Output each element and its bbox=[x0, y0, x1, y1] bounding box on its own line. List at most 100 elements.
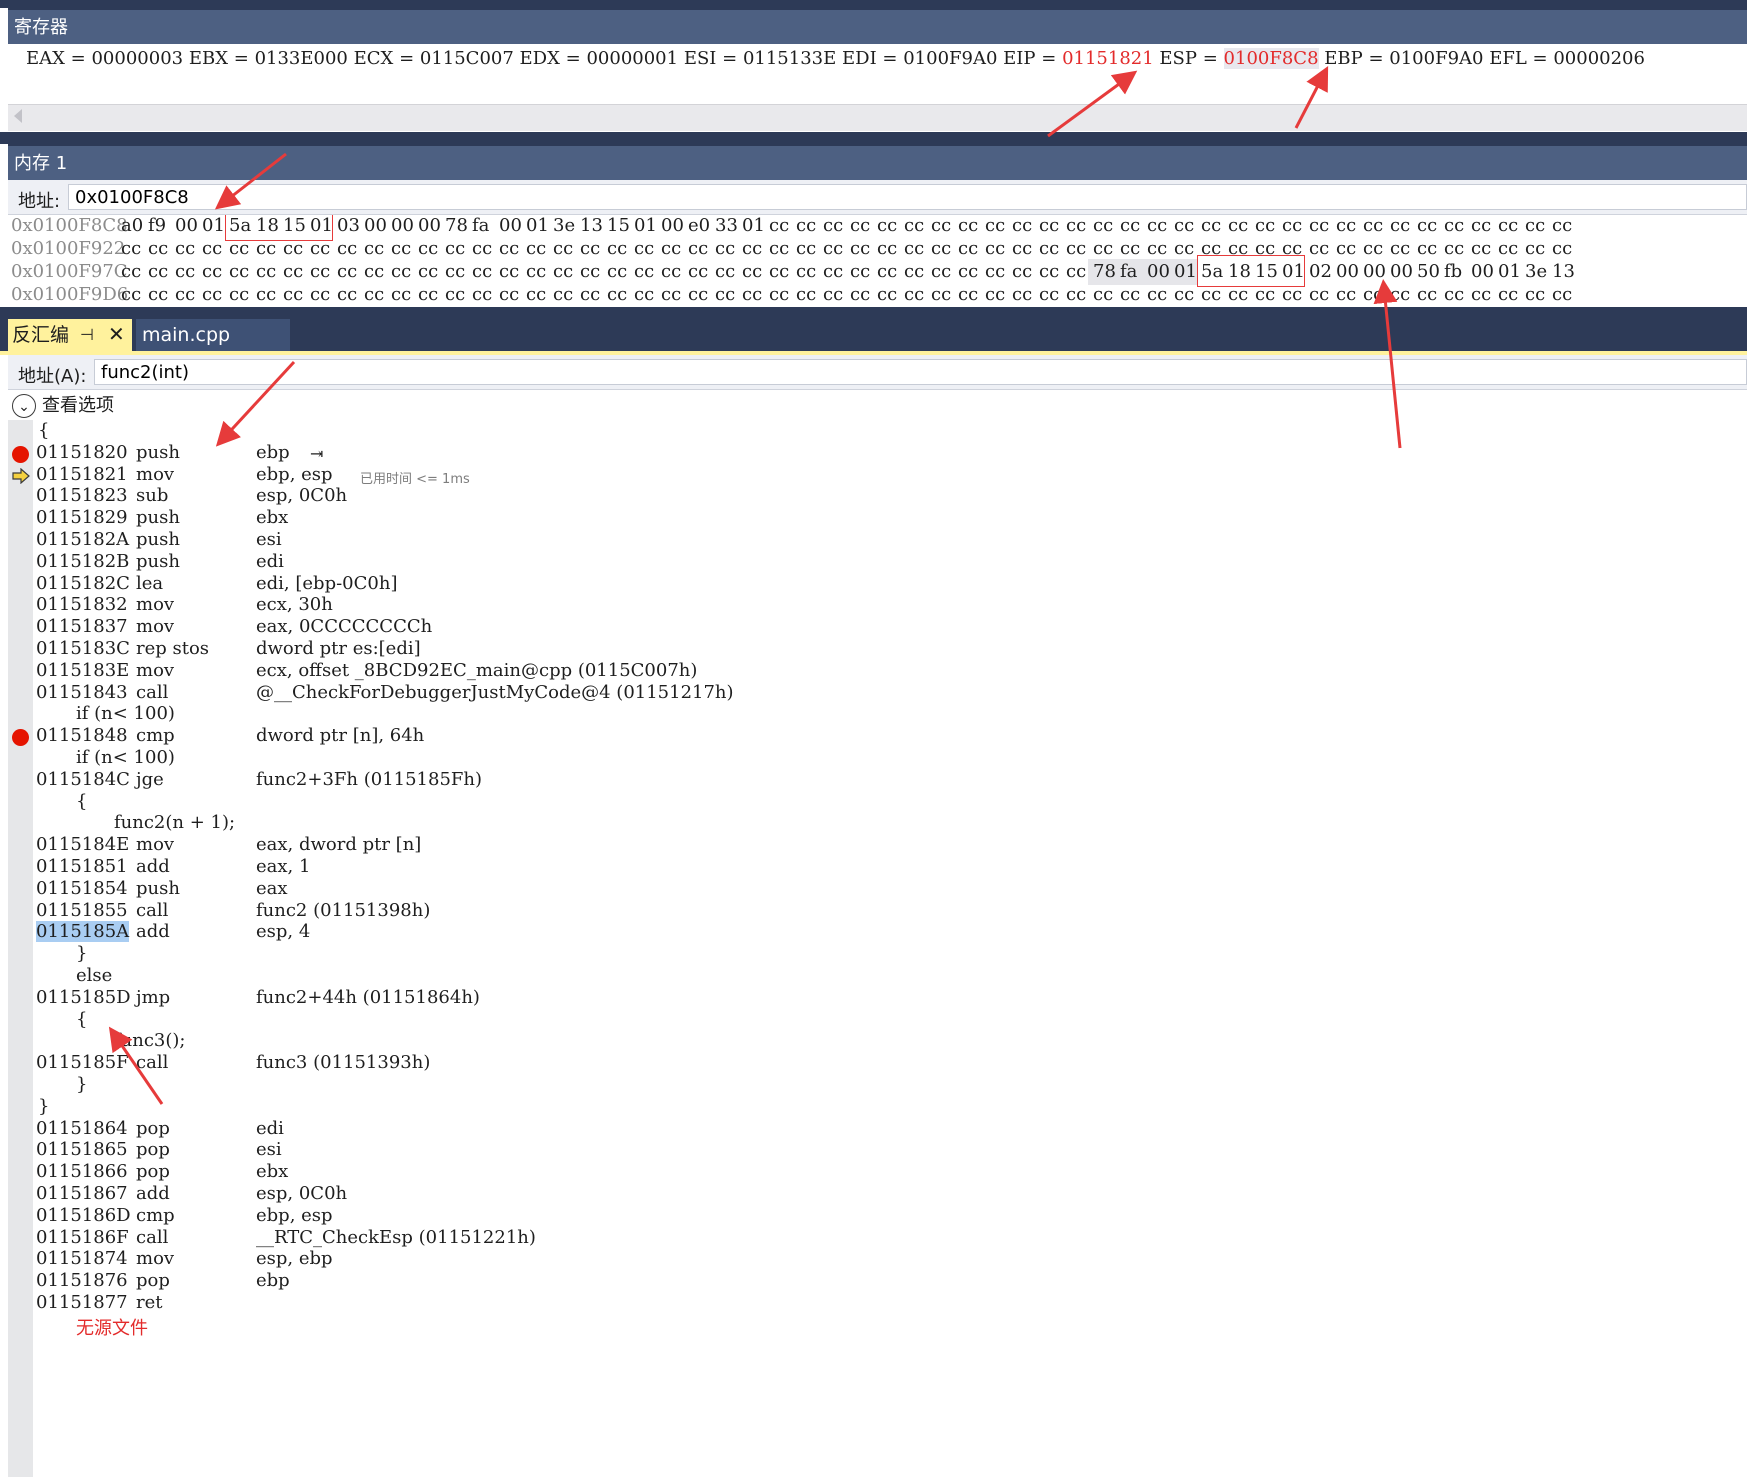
panel-splitter[interactable] bbox=[0, 307, 1747, 319]
view-options-toggle[interactable]: ⌄ 查看选项 bbox=[12, 392, 114, 420]
memory-byte[interactable]: cc bbox=[283, 261, 303, 282]
memory-byte[interactable]: cc bbox=[1552, 215, 1572, 236]
memory-byte[interactable]: cc bbox=[1390, 284, 1410, 305]
memory-byte[interactable]: cc bbox=[1336, 238, 1356, 259]
memory-byte[interactable]: cc bbox=[337, 284, 357, 305]
memory-byte[interactable]: cc bbox=[1012, 215, 1032, 236]
memory-byte[interactable]: 3e bbox=[553, 215, 575, 236]
memory-byte[interactable]: 13 bbox=[580, 215, 603, 236]
memory-byte[interactable]: 00 bbox=[364, 215, 387, 236]
memory-byte[interactable]: cc bbox=[904, 215, 924, 236]
memory-byte[interactable]: cc bbox=[1120, 215, 1140, 236]
memory-byte[interactable]: cc bbox=[391, 261, 411, 282]
memory-byte[interactable]: cc bbox=[715, 238, 735, 259]
memory-byte[interactable]: fb bbox=[1444, 261, 1462, 282]
memory-byte[interactable]: cc bbox=[418, 238, 438, 259]
memory-byte[interactable]: 01 bbox=[634, 215, 657, 236]
memory-byte[interactable]: cc bbox=[1282, 215, 1302, 236]
memory-byte[interactable]: cc bbox=[256, 284, 276, 305]
breakpoint-icon[interactable] bbox=[12, 445, 29, 463]
memory-byte[interactable]: cc bbox=[850, 284, 870, 305]
memory-byte[interactable]: cc bbox=[310, 284, 330, 305]
memory-byte[interactable]: cc bbox=[634, 284, 654, 305]
memory-byte[interactable]: cc bbox=[904, 238, 924, 259]
memory-byte[interactable]: cc bbox=[580, 284, 600, 305]
memory-byte[interactable]: cc bbox=[877, 215, 897, 236]
memory-byte[interactable]: cc bbox=[1147, 215, 1167, 236]
memory-byte[interactable]: cc bbox=[121, 238, 141, 259]
register-value-edx[interactable]: 00000001 bbox=[586, 48, 678, 69]
register-value-ebx[interactable]: 0133E000 bbox=[255, 48, 348, 69]
memory-byte[interactable]: cc bbox=[1120, 284, 1140, 305]
memory-byte[interactable]: cc bbox=[1093, 284, 1113, 305]
memory-byte[interactable]: cc bbox=[985, 284, 1005, 305]
memory-byte[interactable]: 00 bbox=[1363, 261, 1386, 282]
memory-byte[interactable]: cc bbox=[1228, 215, 1248, 236]
memory-byte[interactable]: cc bbox=[1552, 284, 1572, 305]
step-into-icon[interactable]: ⇥ bbox=[310, 444, 323, 463]
memory-byte[interactable]: cc bbox=[283, 238, 303, 259]
memory-byte[interactable]: cc bbox=[823, 284, 843, 305]
memory-byte[interactable]: cc bbox=[1093, 238, 1113, 259]
memory-byte[interactable]: cc bbox=[1228, 284, 1248, 305]
memory-byte[interactable]: 00 bbox=[418, 215, 441, 236]
memory-byte[interactable]: 13 bbox=[1552, 261, 1575, 282]
memory-byte[interactable]: cc bbox=[1174, 284, 1194, 305]
memory-byte[interactable]: cc bbox=[661, 284, 681, 305]
memory-byte[interactable]: cc bbox=[1201, 284, 1221, 305]
memory-byte[interactable]: cc bbox=[391, 284, 411, 305]
memory-byte[interactable]: cc bbox=[526, 261, 546, 282]
memory-byte[interactable]: cc bbox=[1498, 215, 1518, 236]
memory-byte[interactable]: cc bbox=[985, 215, 1005, 236]
memory-byte[interactable]: cc bbox=[553, 238, 573, 259]
memory-byte[interactable]: cc bbox=[931, 261, 951, 282]
memory-byte[interactable]: cc bbox=[1093, 215, 1113, 236]
memory-byte[interactable]: cc bbox=[1363, 215, 1383, 236]
memory-byte[interactable]: cc bbox=[1066, 215, 1086, 236]
memory-byte[interactable]: cc bbox=[1255, 284, 1275, 305]
memory-byte[interactable]: e0 bbox=[688, 215, 710, 236]
memory-byte[interactable]: cc bbox=[1066, 238, 1086, 259]
memory-byte[interactable]: cc bbox=[256, 261, 276, 282]
registers-horizontal-scrollbar[interactable] bbox=[8, 104, 1747, 131]
memory-byte[interactable]: cc bbox=[823, 261, 843, 282]
memory-byte[interactable]: cc bbox=[1471, 215, 1491, 236]
memory-byte[interactable]: cc bbox=[337, 261, 357, 282]
memory-byte[interactable]: cc bbox=[985, 238, 1005, 259]
memory-byte[interactable]: cc bbox=[1012, 284, 1032, 305]
memory-byte[interactable]: 00 bbox=[1471, 261, 1494, 282]
memory-byte[interactable]: cc bbox=[148, 284, 168, 305]
memory-byte[interactable]: cc bbox=[688, 238, 708, 259]
memory-byte[interactable]: 00 bbox=[499, 215, 522, 236]
memory-byte[interactable]: cc bbox=[202, 238, 222, 259]
breakpoint-icon[interactable] bbox=[12, 729, 29, 747]
memory-byte[interactable]: cc bbox=[1390, 215, 1410, 236]
memory-byte[interactable]: cc bbox=[769, 284, 789, 305]
memory-byte[interactable]: 00 bbox=[1147, 261, 1170, 282]
memory-byte[interactable]: cc bbox=[1039, 215, 1059, 236]
memory-byte[interactable]: cc bbox=[1444, 238, 1464, 259]
memory-byte[interactable]: cc bbox=[229, 238, 249, 259]
memory-byte[interactable]: cc bbox=[283, 284, 303, 305]
memory-byte[interactable]: cc bbox=[472, 284, 492, 305]
memory-byte[interactable]: cc bbox=[553, 284, 573, 305]
memory-byte[interactable]: cc bbox=[499, 284, 519, 305]
memory-byte[interactable]: cc bbox=[445, 284, 465, 305]
memory-byte[interactable]: cc bbox=[742, 238, 762, 259]
memory-byte[interactable]: cc bbox=[526, 284, 546, 305]
memory-byte[interactable]: cc bbox=[796, 215, 816, 236]
register-value-esi[interactable]: 0115133E bbox=[743, 48, 836, 69]
memory-byte[interactable]: cc bbox=[580, 238, 600, 259]
memory-byte[interactable]: cc bbox=[1174, 238, 1194, 259]
memory-byte[interactable]: cc bbox=[1336, 215, 1356, 236]
memory-byte[interactable]: cc bbox=[391, 238, 411, 259]
memory-byte[interactable]: cc bbox=[148, 261, 168, 282]
memory-byte[interactable]: 02 bbox=[1309, 261, 1332, 282]
memory-byte[interactable]: 50 bbox=[1417, 261, 1440, 282]
memory-byte[interactable]: 78 bbox=[445, 215, 468, 236]
register-value-eip[interactable]: 01151821 bbox=[1062, 48, 1154, 69]
memory-byte[interactable]: cc bbox=[1390, 238, 1410, 259]
close-icon[interactable]: ✕ bbox=[108, 318, 125, 350]
memory-byte[interactable]: cc bbox=[931, 215, 951, 236]
disassembly-code[interactable]: {01151820 push ebp ⇥ 01151821 mov ebp, esp 已用时间… bbox=[0, 420, 1747, 1477]
